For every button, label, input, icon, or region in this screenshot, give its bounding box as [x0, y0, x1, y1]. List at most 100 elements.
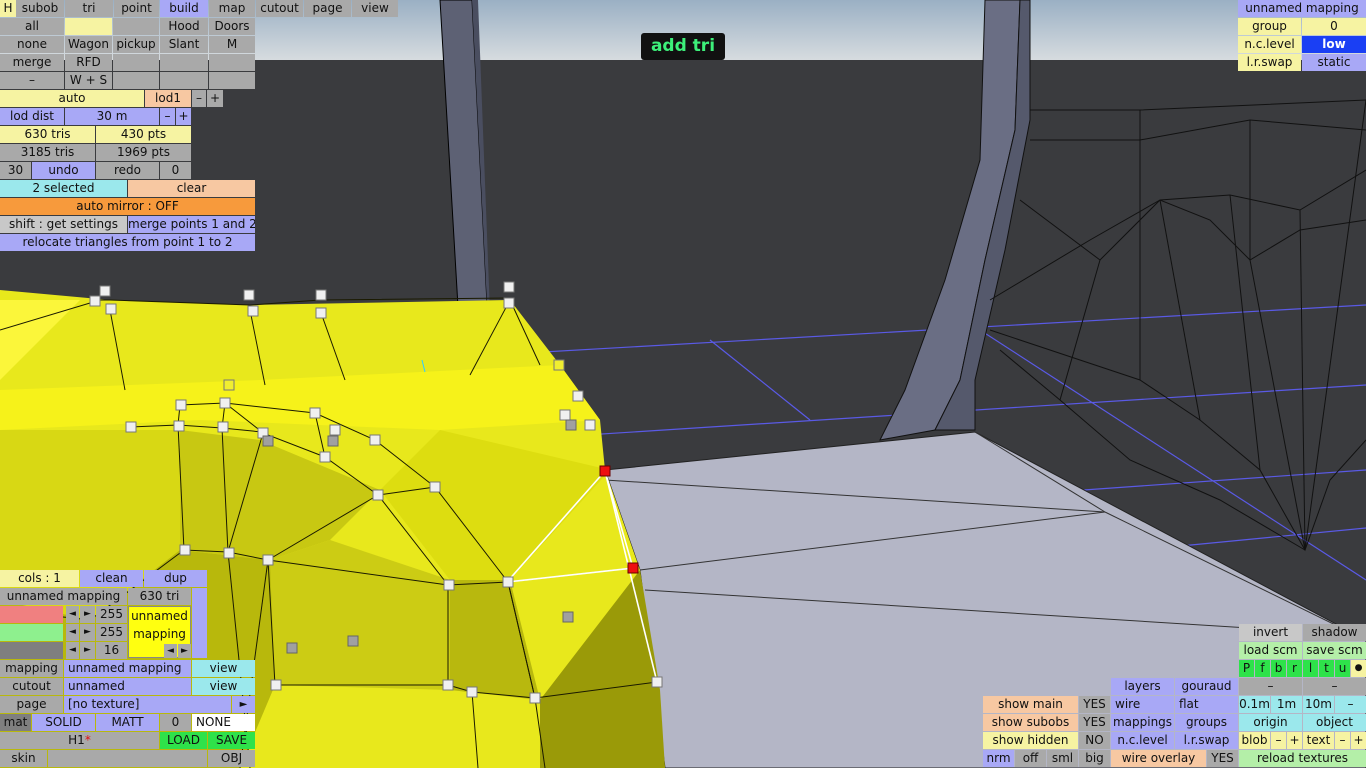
flat-button[interactable]: flat: [1175, 696, 1238, 713]
cols-count[interactable]: cols : 1: [0, 570, 79, 587]
select-slot-empty1[interactable]: [113, 18, 159, 35]
select-slot-empty7[interactable]: [209, 72, 255, 89]
page-button[interactable]: page: [304, 0, 351, 17]
undo-button[interactable]: undo: [32, 162, 95, 179]
flag-f-button[interactable]: f: [1255, 660, 1270, 677]
m-button[interactable]: M: [209, 36, 255, 53]
blue-right-arrow[interactable]: ►: [80, 642, 95, 659]
hood-button[interactable]: Hood: [160, 18, 208, 35]
lod-dist-value[interactable]: 30 m: [65, 108, 159, 125]
select-slot-empty5[interactable]: [113, 72, 159, 89]
scale-minus-right[interactable]: –: [1303, 678, 1366, 695]
mapping-name[interactable]: unnamed mapping: [1238, 0, 1366, 17]
mapping-value[interactable]: unnamed mapping: [64, 660, 191, 677]
lr-swap-value[interactable]: static: [1302, 54, 1366, 71]
obj-button[interactable]: OBJ: [208, 750, 255, 767]
lr-swap-button[interactable]: l.r.swap: [1175, 732, 1238, 749]
load-button[interactable]: LOAD: [160, 732, 207, 749]
tri-button[interactable]: tri: [65, 0, 113, 17]
cutout-view-button[interactable]: view: [192, 678, 255, 695]
matt-button[interactable]: MATT: [96, 714, 159, 731]
pickup-button[interactable]: pickup: [113, 36, 159, 53]
groups-button[interactable]: groups: [1175, 714, 1238, 731]
select-slot-empty3[interactable]: [160, 54, 208, 71]
flag-p-button[interactable]: P: [1239, 660, 1254, 677]
group-value[interactable]: 0: [1302, 18, 1366, 35]
layers-button[interactable]: layers: [1111, 678, 1174, 695]
flag-u-button[interactable]: u: [1335, 660, 1350, 677]
shadow-button[interactable]: shadow: [1303, 624, 1366, 641]
colour-scrollbar[interactable]: [192, 588, 207, 658]
select-none-button[interactable]: none: [0, 36, 64, 53]
sml-button[interactable]: sml: [1047, 750, 1078, 767]
doors-button[interactable]: Doors: [209, 18, 255, 35]
wagon-button[interactable]: Wagon: [65, 36, 112, 53]
blue-slider[interactable]: [0, 642, 63, 659]
auto-lod-button[interactable]: auto: [0, 90, 144, 107]
nc-level-button[interactable]: n.c.level: [1111, 732, 1174, 749]
scale-minus-left[interactable]: –: [1239, 678, 1302, 695]
red-right-arrow[interactable]: ►: [80, 606, 95, 623]
green-left-arrow[interactable]: ◄: [66, 624, 79, 641]
flag-l-button[interactable]: l: [1303, 660, 1318, 677]
select-slot-empty6[interactable]: [160, 72, 208, 89]
solid-button[interactable]: SOLID: [32, 714, 95, 731]
mat-zero-value[interactable]: 0: [160, 714, 191, 731]
step-minus-button[interactable]: –: [1335, 696, 1366, 713]
clear-button[interactable]: clear: [128, 180, 255, 197]
slant-button[interactable]: Slant: [160, 36, 208, 53]
mappings-button[interactable]: mappings: [1111, 714, 1174, 731]
skin-field[interactable]: [48, 750, 207, 767]
dash-button[interactable]: –: [0, 72, 64, 89]
auto-mirror-toggle[interactable]: auto mirror : OFF: [0, 198, 255, 215]
reload-textures-button[interactable]: reload textures: [1239, 750, 1366, 767]
save-scm-button[interactable]: save scm: [1303, 642, 1366, 659]
big-button[interactable]: big: [1079, 750, 1110, 767]
page-arrow-button[interactable]: ►: [232, 696, 255, 713]
off-button[interactable]: off: [1015, 750, 1046, 767]
green-right-arrow[interactable]: ►: [80, 624, 95, 641]
save-button[interactable]: SAVE: [208, 732, 255, 749]
red-slider[interactable]: [0, 606, 63, 623]
none-field[interactable]: NONE: [192, 714, 255, 731]
object-button[interactable]: object: [1303, 714, 1366, 731]
show-main-toggle[interactable]: YES: [1079, 696, 1110, 713]
show-subobs-toggle[interactable]: YES: [1079, 714, 1110, 731]
select-slot-empty4[interactable]: [209, 54, 255, 71]
blob-plus-button[interactable]: +: [1287, 732, 1302, 749]
swatch-left-arrow[interactable]: ◄: [164, 644, 177, 658]
cutout-value[interactable]: unnamed: [64, 678, 191, 695]
swatch-right-arrow[interactable]: ►: [178, 644, 191, 658]
blue-left-arrow[interactable]: ◄: [66, 642, 79, 659]
blob-minus-button[interactable]: –: [1271, 732, 1286, 749]
flag-t-button[interactable]: t: [1319, 660, 1334, 677]
nrm-button[interactable]: nrm: [983, 750, 1014, 767]
text-minus-button[interactable]: –: [1335, 732, 1350, 749]
step-0-1m-button[interactable]: 0.1m: [1239, 696, 1270, 713]
step-1m-button[interactable]: 1m: [1271, 696, 1302, 713]
merge-points-button[interactable]: merge points 1 and 2: [128, 216, 255, 233]
flag-r-button[interactable]: r: [1287, 660, 1302, 677]
nc-level-value[interactable]: low: [1302, 36, 1366, 53]
page-value[interactable]: [no texture]: [64, 696, 231, 713]
mapping-view-button[interactable]: view: [192, 660, 255, 677]
merge-button[interactable]: merge: [0, 54, 64, 71]
map-button[interactable]: map: [209, 0, 255, 17]
text-plus-button[interactable]: +: [1351, 732, 1366, 749]
step-10m-button[interactable]: 10m: [1303, 696, 1334, 713]
dist-minus-button[interactable]: –: [160, 108, 175, 125]
select-all-button[interactable]: all: [0, 18, 64, 35]
redo-button[interactable]: redo: [96, 162, 159, 179]
invert-button[interactable]: invert: [1239, 624, 1302, 641]
lod-minus-button[interactable]: –: [192, 90, 206, 107]
wire-overlay-toggle[interactable]: YES: [1207, 750, 1238, 767]
view-button[interactable]: view: [352, 0, 398, 17]
select-slot-blank[interactable]: [65, 18, 112, 35]
relocate-triangles-button[interactable]: relocate triangles from point 1 to 2: [0, 234, 255, 251]
rfd-button[interactable]: RFD: [65, 54, 112, 71]
flag-b-button[interactable]: b: [1271, 660, 1286, 677]
cutout-button[interactable]: cutout: [256, 0, 303, 17]
h-button[interactable]: H: [0, 0, 16, 17]
select-slot-empty2[interactable]: [113, 54, 159, 71]
dup-button[interactable]: dup: [144, 570, 207, 587]
